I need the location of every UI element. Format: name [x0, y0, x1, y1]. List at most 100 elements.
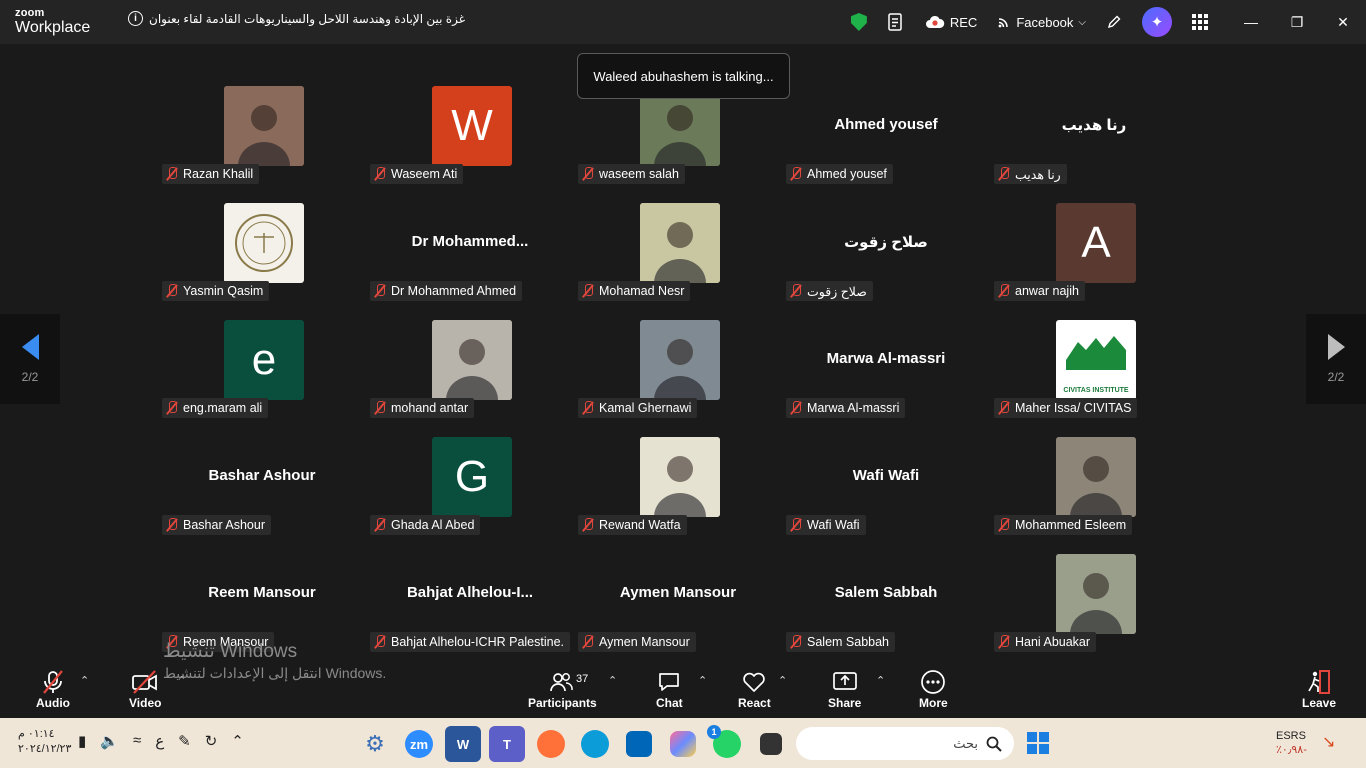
audio-button[interactable]: Audio: [36, 668, 70, 710]
logo-text: CIVITAS INSTITUTE: [1063, 387, 1129, 394]
avatar-logo: [224, 203, 304, 283]
next-page-button[interactable]: 2/2: [1306, 314, 1366, 404]
share-button[interactable]: Share: [828, 668, 861, 710]
participants-count: 37: [576, 673, 589, 685]
minimize-button[interactable]: —: [1228, 0, 1274, 44]
participant-tile[interactable]: Aymen Mansour Aymen Mansour: [578, 514, 778, 652]
ai-companion-button[interactable]: ✦: [1132, 0, 1182, 44]
whatsapp-app-icon[interactable]: 1: [707, 725, 741, 758]
watermark-line1: تنشيط Windows: [163, 641, 298, 662]
avatar-photo: [432, 320, 512, 400]
apps-button[interactable]: [1182, 0, 1218, 44]
avatar-photo: [640, 203, 720, 283]
grid-icon: [1192, 14, 1208, 30]
participant-tile[interactable]: CIVITAS INSTITUTE Maher Issa/ CIVITAS: [994, 280, 1194, 418]
prev-page-button[interactable]: 2/2: [0, 314, 60, 404]
chat-button[interactable]: Chat: [656, 668, 683, 710]
teams-app-icon[interactable]: T: [489, 726, 525, 762]
zoom-app-icon[interactable]: zm: [405, 730, 433, 758]
settings-app-icon[interactable]: ⚙: [357, 726, 393, 762]
participant-tile[interactable]: Hani Abuakar: [994, 514, 1194, 652]
chat-options-caret[interactable]: ⌃: [698, 674, 707, 687]
pencil-icon: [1107, 15, 1121, 29]
participant-tile[interactable]: Salem Sabbah Salem Sabbah: [786, 514, 986, 652]
show-hidden-icons[interactable]: ⌃: [231, 732, 244, 750]
ai-sparkle-icon: ✦: [1142, 7, 1172, 37]
windows-start-button[interactable]: [1027, 732, 1049, 754]
info-icon[interactable]: i: [128, 11, 143, 26]
copilot-app-icon[interactable]: [670, 731, 696, 757]
recording-indicator[interactable]: REC: [915, 0, 987, 44]
participant-tile[interactable]: Dr Mohammed... Dr Mohammed Ahmed: [370, 163, 570, 301]
participant-tile[interactable]: Aanwar najih: [994, 163, 1194, 301]
participant-tile[interactable]: Razan Khalil: [162, 46, 362, 184]
notes-icon: [888, 13, 902, 31]
arrow-right-icon: [1327, 334, 1345, 360]
audio-label: Audio: [36, 696, 70, 710]
stream-label: Facebook: [1016, 14, 1074, 30]
chat-label: Chat: [656, 696, 683, 710]
participant-name-label: Hani Abuakar: [994, 632, 1097, 652]
shield-icon: [850, 13, 867, 31]
participant-tile[interactable]: Bashar Ashour Bashar Ashour: [162, 397, 362, 535]
participant-display-name: Aymen Mansour: [619, 584, 737, 601]
share-options-caret[interactable]: ⌃: [876, 674, 885, 687]
mic-muted-icon: [582, 635, 594, 649]
participant-tile[interactable]: Wafi Wafi Wafi Wafi: [786, 397, 986, 535]
taskbar-apps: ⚙ zm W T 1: [357, 725, 789, 762]
mic-muted-icon: [998, 635, 1010, 649]
participant-tile[interactable]: صلاح زقوت صلاح زقوت: [786, 163, 986, 301]
pen-icon[interactable]: ✎: [178, 732, 191, 750]
participant-name: Hani Abuakar: [1015, 635, 1091, 649]
taskbar-search[interactable]: بحث: [796, 727, 1014, 760]
more-icon: [921, 670, 946, 694]
speaker-muted-icon[interactable]: 🔈: [100, 732, 119, 750]
more-button[interactable]: More: [919, 668, 948, 710]
participant-tile[interactable]: Yasmin Qasim: [162, 163, 362, 301]
livestream-facebook[interactable]: Facebook ⌵: [987, 0, 1096, 44]
encryption-shield[interactable]: [841, 0, 877, 44]
wifi-icon[interactable]: ≈: [133, 732, 141, 750]
participant-display-name: Reem Mansour: [208, 584, 316, 601]
video-button[interactable]: Video: [129, 668, 161, 710]
close-button[interactable]: ✕: [1320, 0, 1366, 44]
participant-tile[interactable]: Reem Mansour Reem Mansour: [162, 514, 362, 652]
edge-app-icon[interactable]: [581, 730, 609, 758]
participant-tile[interactable]: G Ghada Al Abed: [370, 397, 570, 535]
input-language[interactable]: ع: [155, 732, 164, 750]
react-options-caret[interactable]: ⌃: [778, 674, 787, 687]
participant-tile[interactable]: Mohammed Esleem: [994, 397, 1194, 535]
system-clock[interactable]: ٠١:١٤ م ٢٠٢٤/١٢/٢٣: [18, 727, 71, 757]
participant-tile[interactable]: Bahjat Alhelou-I... Bahjat Alhelou-ICHR P…: [370, 514, 571, 652]
store-app-icon[interactable]: [626, 731, 652, 757]
participant-tile[interactable]: رنا هديب رنا هديب: [994, 46, 1194, 184]
annotate-button[interactable]: [1096, 0, 1132, 44]
participants-options-caret[interactable]: ⌃: [608, 674, 617, 687]
word-app-icon[interactable]: W: [445, 726, 481, 762]
clock-date: ٢٠٢٤/١٢/٢٣: [18, 743, 72, 755]
window-app-icon[interactable]: [760, 733, 782, 755]
avatar-initial: W: [432, 86, 512, 166]
battery-icon[interactable]: ▮: [78, 732, 86, 750]
participant-tile[interactable]: Kamal Ghernawi: [578, 280, 778, 418]
restore-icon: ❐: [1290, 13, 1304, 30]
leave-button[interactable]: Leave: [1302, 668, 1336, 710]
restore-button[interactable]: ❐: [1274, 0, 1320, 44]
audio-options-caret[interactable]: ⌃: [80, 674, 89, 687]
participant-tile[interactable]: W Waseem Ati: [370, 46, 570, 184]
participant-tile[interactable]: Mohamad Nesr: [578, 163, 778, 301]
participant-tile[interactable]: Rewand Watfa: [578, 397, 778, 535]
react-button[interactable]: React: [738, 668, 771, 710]
meeting-notes[interactable]: [877, 0, 915, 44]
sync-icon[interactable]: ↻: [205, 732, 218, 750]
stock-widget[interactable]: ESRS ٪٠٫٩٨-: [1276, 729, 1307, 757]
brand-bottom: Workplace: [15, 19, 91, 36]
participant-tile[interactable]: e eng.maram ali: [162, 280, 362, 418]
participant-tile[interactable]: Ahmed yousef Ahmed yousef: [786, 46, 986, 184]
meeting-info[interactable]: i غزة بين الإبادة وهندسة اللاحل والسينار…: [128, 11, 465, 26]
participant-tile[interactable]: mohand antar: [370, 280, 570, 418]
participant-tile[interactable]: Marwa Al-massri Marwa Al-massri: [786, 280, 986, 418]
firefox-app-icon[interactable]: [537, 730, 565, 758]
participant-name-label: Aymen Mansour: [578, 632, 696, 652]
stock-change: ٪٠٫٩٨-: [1276, 744, 1307, 756]
